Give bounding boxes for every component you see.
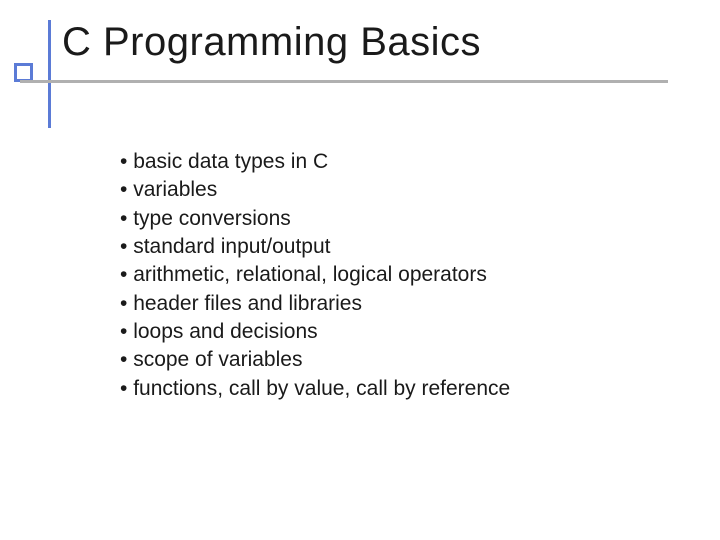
bullet-list: basic data types in C variables type con… [120, 148, 510, 403]
list-item: scope of variables [120, 346, 510, 374]
slide-title: C Programming Basics [62, 20, 481, 65]
content-area: basic data types in C variables type con… [120, 148, 510, 403]
list-item: standard input/output [120, 233, 510, 261]
list-item: arithmetic, relational, logical operator… [120, 261, 510, 289]
list-item: basic data types in C [120, 148, 510, 176]
list-item: variables [120, 176, 510, 204]
list-item: loops and decisions [120, 318, 510, 346]
title-vertical-accent [48, 20, 51, 128]
title-area: C Programming Basics [62, 20, 481, 65]
list-item: type conversions [120, 205, 510, 233]
title-underline [20, 80, 668, 83]
list-item: header files and libraries [120, 290, 510, 318]
list-item: functions, call by value, call by refere… [120, 375, 510, 403]
